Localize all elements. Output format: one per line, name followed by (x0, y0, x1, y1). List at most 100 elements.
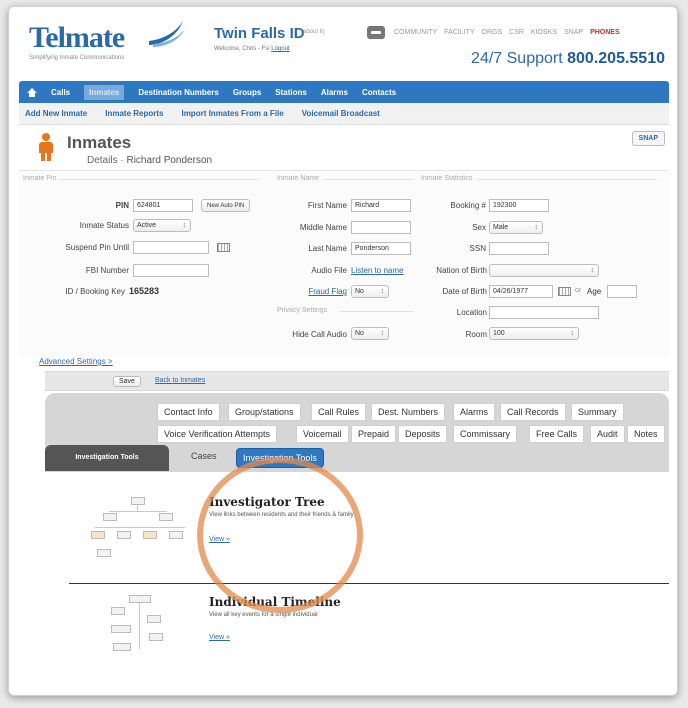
middle-name-field[interactable] (351, 221, 411, 234)
facility-title: Twin Falls ID (214, 25, 305, 42)
hide-call-audio-label: Hide Call Audio (292, 330, 347, 339)
nav-destination-numbers[interactable]: Destination Numbers (138, 88, 218, 97)
back-to-inmates-link[interactable]: Back to Inmates (155, 377, 205, 384)
ssn-field[interactable] (489, 242, 549, 255)
age-field[interactable] (607, 285, 637, 298)
nav-inmates[interactable]: Inmates (84, 84, 125, 100)
first-name-field[interactable]: Richard (351, 199, 411, 212)
tab-summary[interactable]: Summary (571, 403, 624, 421)
dob-field[interactable]: 04/26/1977 (489, 285, 553, 298)
fbi-label: FBI Number (85, 266, 129, 275)
facility-subtitle: (about it) (301, 29, 325, 35)
investigator-tree-title: Investigator Tree (209, 495, 325, 509)
tab-prepaid[interactable]: Prepaid (351, 425, 397, 443)
pin-field[interactable]: 624801 (133, 199, 193, 212)
tab-voicemail[interactable]: Voicemail (296, 425, 349, 443)
tab-audit[interactable]: Audit (590, 425, 625, 443)
individual-timeline-description: View all key events for a single individ… (209, 612, 318, 618)
investigator-tree-thumbnail[interactable] (89, 495, 189, 561)
inmate-form: Inmate Pin PIN 624801 New Auto PIN Inmat… (19, 170, 669, 356)
logo-tagline: Simplifying Inmate Communications (29, 55, 125, 61)
form-actions-bar: Save Back to Inmates (45, 371, 669, 391)
section-title-stats: Inmate Statistics (421, 175, 473, 182)
tab-cases[interactable]: Cases (191, 451, 217, 461)
inmate-person-icon (39, 133, 53, 161)
status-select[interactable]: Active (133, 219, 191, 232)
individual-timeline-thumbnail[interactable] (109, 593, 179, 659)
tab-contact-info[interactable]: Contact Info (157, 403, 220, 421)
toplink-snap[interactable]: SNAP (564, 29, 583, 36)
nation-of-birth-label: Nation of Birth (436, 266, 487, 275)
toplink-facility[interactable]: FACILITY (444, 29, 474, 36)
room-select[interactable]: 100 (489, 327, 579, 340)
welcome-label: Welcome, Chris - Fsi (214, 46, 270, 52)
investigation-tools-side-tab[interactable]: Investigation Tools (45, 445, 169, 471)
browser-window: Telmate Simplifying Inmate Communication… (8, 6, 678, 696)
audio-file-label: Audio File (311, 266, 347, 275)
fraud-flag-select[interactable]: No (351, 285, 389, 298)
nav-alarms[interactable]: Alarms (321, 88, 348, 97)
tab-call-rules[interactable]: Call Rules (311, 403, 367, 421)
section-divider (477, 179, 657, 180)
subnav-add-new-inmate[interactable]: Add New Inmate (25, 109, 87, 118)
listen-to-name-link[interactable]: Listen to name (351, 266, 403, 275)
hide-call-audio-select[interactable]: No (351, 327, 389, 340)
individual-timeline-title: Individual Timeline (209, 595, 341, 609)
save-button[interactable]: Save (113, 376, 141, 387)
room-label: Room (465, 330, 487, 339)
nav-groups[interactable]: Groups (233, 88, 261, 97)
home-icon[interactable] (27, 87, 37, 97)
booking-key-value: 165283 (129, 286, 160, 296)
inmate-name: Richard Ponderson (126, 155, 213, 166)
nav-contacts[interactable]: Contacts (362, 88, 396, 97)
nation-of-birth-select[interactable] (489, 264, 599, 277)
toplink-phones[interactable]: PHONES (590, 29, 620, 36)
chat-icon[interactable] (367, 26, 385, 39)
telmate-logo[interactable]: Telmate Simplifying Inmate Communication… (29, 21, 199, 61)
sex-select[interactable]: Male (489, 221, 543, 234)
last-name-field[interactable]: Ponderson (351, 242, 411, 255)
tab-free-calls[interactable]: Free Calls (529, 425, 585, 443)
toplink-kiosks[interactable]: KIOSKS (531, 29, 557, 36)
tab-notes[interactable]: Notes (627, 425, 665, 443)
tab-voice-verification[interactable]: Voice Verification Attempts (157, 425, 278, 443)
tab-dest-numbers[interactable]: Dest. Numbers (371, 403, 446, 421)
logo-swoosh-icon (149, 21, 185, 47)
advanced-settings-link[interactable]: Advanced Settings > (39, 357, 113, 366)
calendar-icon[interactable] (217, 243, 230, 252)
tab-investigation-tools[interactable]: Investigation Tools (236, 448, 324, 468)
section-title-pin: Inmate Pin (23, 175, 57, 182)
toplink-community[interactable]: COMMUNITY (394, 29, 437, 36)
tab-deposits[interactable]: Deposits (398, 425, 448, 443)
tab-commissary[interactable]: Commissary (453, 425, 518, 443)
details-breadcrumb: Details · Richard Ponderson (87, 155, 213, 166)
subnav-voicemail-broadcast[interactable]: Voicemail Broadcast (302, 109, 380, 118)
booking-number-field[interactable]: 192300 (489, 199, 549, 212)
toplink-orgs[interactable]: ORGS (482, 29, 503, 36)
suspend-field[interactable] (133, 241, 209, 254)
age-label: Age (587, 287, 602, 296)
nav-stations[interactable]: Stations (275, 88, 307, 97)
investigator-tree-view-link[interactable]: View » (209, 536, 230, 543)
tab-group-stations[interactable]: Group/stations (228, 403, 301, 421)
tab-call-records[interactable]: Call Records (500, 403, 566, 421)
first-name-label: First Name (307, 201, 347, 210)
top-links: COMMUNITY FACILITY ORGS CSR KIOSKS SNAP … (394, 29, 620, 36)
booking-number-label: Booking # (450, 201, 486, 210)
toplink-csr[interactable]: CSR (509, 29, 524, 36)
fraud-flag-link[interactable]: Fraud Flag (269, 287, 347, 296)
fbi-field[interactable] (133, 264, 209, 277)
location-field[interactable] (489, 306, 599, 319)
nav-calls[interactable]: Calls (51, 88, 70, 97)
logo-text: Telmate (29, 21, 125, 54)
individual-timeline-view-link[interactable]: View » (209, 634, 230, 641)
tab-alarms[interactable]: Alarms (453, 403, 496, 421)
logout-link[interactable]: Logout (271, 46, 289, 52)
subnav-inmate-reports[interactable]: Inmate Reports (105, 109, 163, 118)
calendar-icon[interactable] (558, 287, 571, 296)
new-auto-pin-button[interactable]: New Auto PIN (201, 199, 251, 212)
subnav-import-inmates[interactable]: Import Inmates From a File (181, 109, 283, 118)
section-title-privacy: Privacy Settings (277, 307, 328, 314)
investigator-tree-description: View links between residents and their f… (209, 512, 354, 518)
snap-button[interactable]: SNAP (631, 131, 665, 146)
